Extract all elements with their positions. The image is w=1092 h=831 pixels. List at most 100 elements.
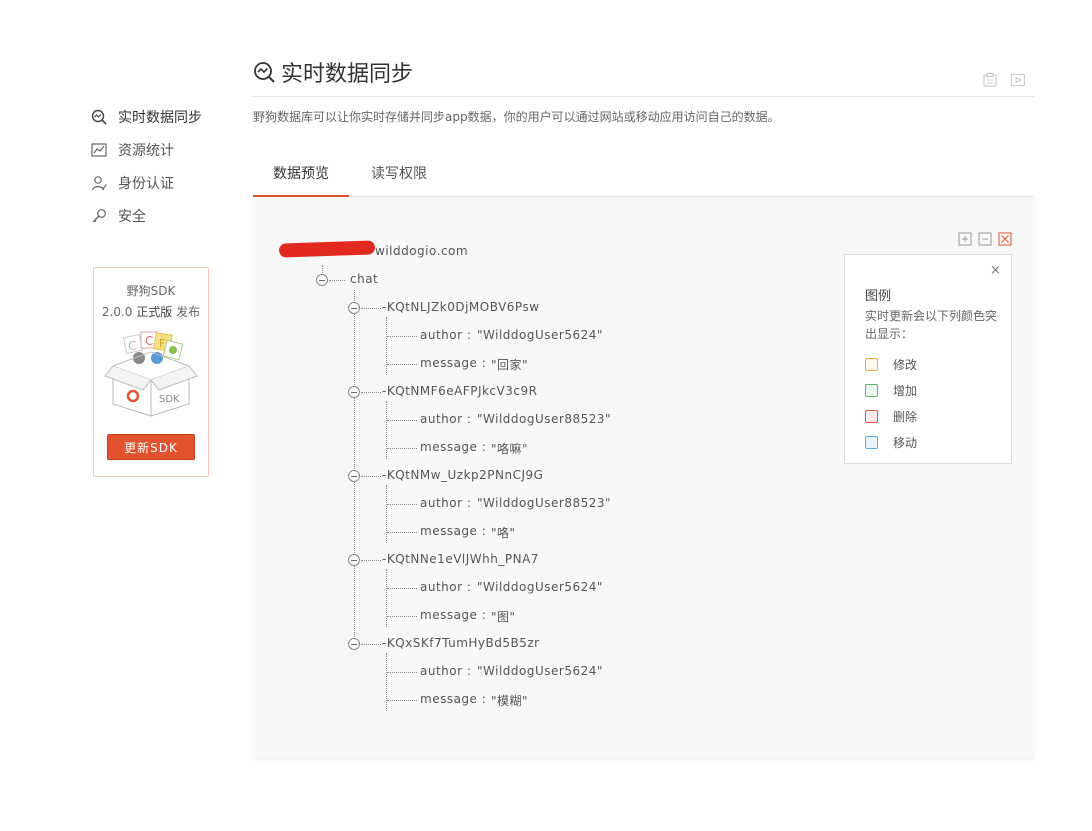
- tree-toggle-chat[interactable]: [316, 274, 328, 286]
- tree-leaf-message-key: message :: [420, 692, 487, 706]
- tree-leaf-author-value[interactable]: "WilddogUser88523": [477, 496, 611, 510]
- legend-item-added: 增加: [865, 382, 917, 399]
- header-tools: [982, 72, 1026, 88]
- legend-item-moved: 移动: [865, 434, 917, 451]
- legend-item-label: 移动: [893, 436, 918, 450]
- page-title-text: 实时数据同步: [281, 62, 414, 87]
- document-icon[interactable]: [982, 72, 998, 88]
- sidebar-item-resource-stats[interactable]: 资源统计: [90, 133, 220, 166]
- tree-leaf-author-key: author :: [420, 328, 472, 342]
- svg-text:F: F: [159, 337, 165, 350]
- tab-data-preview[interactable]: 数据预览: [253, 158, 349, 197]
- tree-connector: [386, 569, 387, 627]
- tree-connector: [387, 448, 417, 449]
- tree-leaf-author-key: author :: [420, 580, 472, 594]
- tree-toggle-node[interactable]: [348, 302, 360, 314]
- legend-item-deleted: 删除: [865, 408, 917, 425]
- tree-node-key[interactable]: -KQtNLJZk0DjMOBV6Psw: [382, 300, 540, 314]
- collapse-all-icon[interactable]: [978, 232, 992, 246]
- sdk-promo-card: 野狗SDK 2.0.0 正式版 发布 C C F SDK 更新SDK: [93, 267, 209, 477]
- tree-leaf-message-key: message :: [420, 524, 487, 538]
- tree-leaf-message-value[interactable]: "图": [491, 608, 516, 625]
- chart-icon: [90, 141, 108, 159]
- legend-swatch: [865, 384, 878, 397]
- tree-toggle-node[interactable]: [348, 470, 360, 482]
- sidebar-item-label: 资源统计: [118, 142, 174, 159]
- tree-connector: [361, 644, 381, 645]
- sidebar-item-label: 实时数据同步: [118, 109, 202, 126]
- tree-connector: [387, 504, 417, 505]
- tree-node-key[interactable]: -KQxSKf7TumHyBd5B5zr: [382, 636, 540, 650]
- tree-leaf-message-value[interactable]: "咯嘛": [491, 440, 528, 457]
- svg-text:C: C: [128, 339, 136, 353]
- tree-connector: [386, 653, 387, 711]
- tree-leaf-author-value[interactable]: "WilddogUser5624": [477, 664, 603, 678]
- tab-read-write-rules[interactable]: 读写权限: [351, 158, 447, 197]
- legend-toggle-icon[interactable]: [998, 232, 1012, 246]
- tree-leaf-author-key: author :: [420, 664, 472, 678]
- legend-title: 图例: [865, 289, 892, 304]
- page-title: 实时数据同步: [253, 56, 413, 88]
- svg-text:C: C: [145, 334, 153, 348]
- tree-connector: [329, 280, 345, 281]
- sdk-release: 发布: [176, 305, 201, 319]
- tree-connector: [361, 476, 381, 477]
- tree-toggle-node[interactable]: [348, 386, 360, 398]
- tree-node-key[interactable]: -KQtNNe1eVlJWhh_PNA7: [382, 552, 539, 566]
- tree-connector: [387, 420, 417, 421]
- sidebar-item-security[interactable]: 安全: [90, 199, 220, 232]
- tree-node-chat[interactable]: chat: [350, 272, 378, 286]
- tree-leaf-author-key: author :: [420, 412, 472, 426]
- tree-node-key[interactable]: -KQtNMF6eAFPJkcV3c9R: [382, 384, 537, 398]
- tree-leaf-message-value[interactable]: "回家": [491, 356, 528, 373]
- tree-connector: [361, 308, 381, 309]
- tree-connector: [354, 290, 355, 645]
- legend-item-label: 删除: [893, 410, 918, 424]
- tree-root[interactable]: wilddogio.com: [375, 244, 468, 258]
- tree-toggle-node[interactable]: [348, 638, 360, 650]
- tree-connector: [386, 317, 387, 375]
- tree-connector: [387, 616, 417, 617]
- tree-toggle-node[interactable]: [348, 554, 360, 566]
- legend-description: 实时更新会以下列颜色突出显示：: [865, 309, 998, 341]
- tree-node-key[interactable]: -KQtNMw_Uzkp2PNnCJ9G: [382, 468, 543, 482]
- panel-tools: [958, 232, 1012, 246]
- legend-swatch: [865, 358, 878, 371]
- sidebar-item-realtime-sync[interactable]: 实时数据同步: [90, 100, 220, 133]
- realtime-sync-icon: [90, 108, 108, 126]
- sidebar-item-label: 安全: [118, 208, 146, 225]
- sidebar-item-label: 身份认证: [118, 175, 174, 192]
- tree-connector: [387, 336, 417, 337]
- sdk-version-line: 2.0.0 正式版 发布: [94, 303, 208, 320]
- redacted-mark: [278, 240, 376, 258]
- legend-close-button[interactable]: ×: [990, 263, 1001, 278]
- tree-leaf-message-key: message :: [420, 356, 487, 370]
- sidebar: 实时数据同步 资源统计 身份认证 安全: [90, 100, 220, 232]
- tree-leaf-message-value[interactable]: "咯": [491, 524, 516, 541]
- tree-leaf-message-value[interactable]: "模糊": [491, 692, 528, 709]
- tree-connector: [386, 401, 387, 459]
- legend-swatch: [865, 436, 878, 449]
- sdk-box-label: SDK: [159, 394, 180, 405]
- tree-leaf-message-key: message :: [420, 608, 487, 622]
- tree-connector: [387, 364, 417, 365]
- tree-connector: [386, 485, 387, 543]
- video-icon[interactable]: [1010, 72, 1026, 88]
- tree-connector: [387, 588, 417, 589]
- user-auth-icon: [90, 174, 108, 192]
- legend-item-label: 修改: [893, 358, 918, 372]
- tree-connector: [387, 700, 417, 701]
- update-sdk-button[interactable]: 更新SDK: [107, 434, 195, 460]
- legend-item-modified: 修改: [865, 356, 917, 373]
- tree-leaf-author-value[interactable]: "WilddogUser5624": [477, 580, 603, 594]
- expand-all-icon[interactable]: [958, 232, 972, 246]
- tree-leaf-author-value[interactable]: "WilddogUser5624": [477, 328, 603, 342]
- tree-leaf-author-value[interactable]: "WilddogUser88523": [477, 412, 611, 426]
- sdk-title: 野狗SDK: [126, 284, 176, 298]
- key-icon: [90, 207, 108, 225]
- data-tree: wilddogio.com chat -KQtNLJZk0DjMOBV6Psw a…: [253, 197, 833, 757]
- tree-leaf-author-key: author :: [420, 496, 472, 510]
- sidebar-item-auth[interactable]: 身份认证: [90, 166, 220, 199]
- legend-popover: × 图例 实时更新会以下列颜色突出显示： 修改 增加 删除 移动: [844, 254, 1012, 464]
- tree-connector: [387, 672, 417, 673]
